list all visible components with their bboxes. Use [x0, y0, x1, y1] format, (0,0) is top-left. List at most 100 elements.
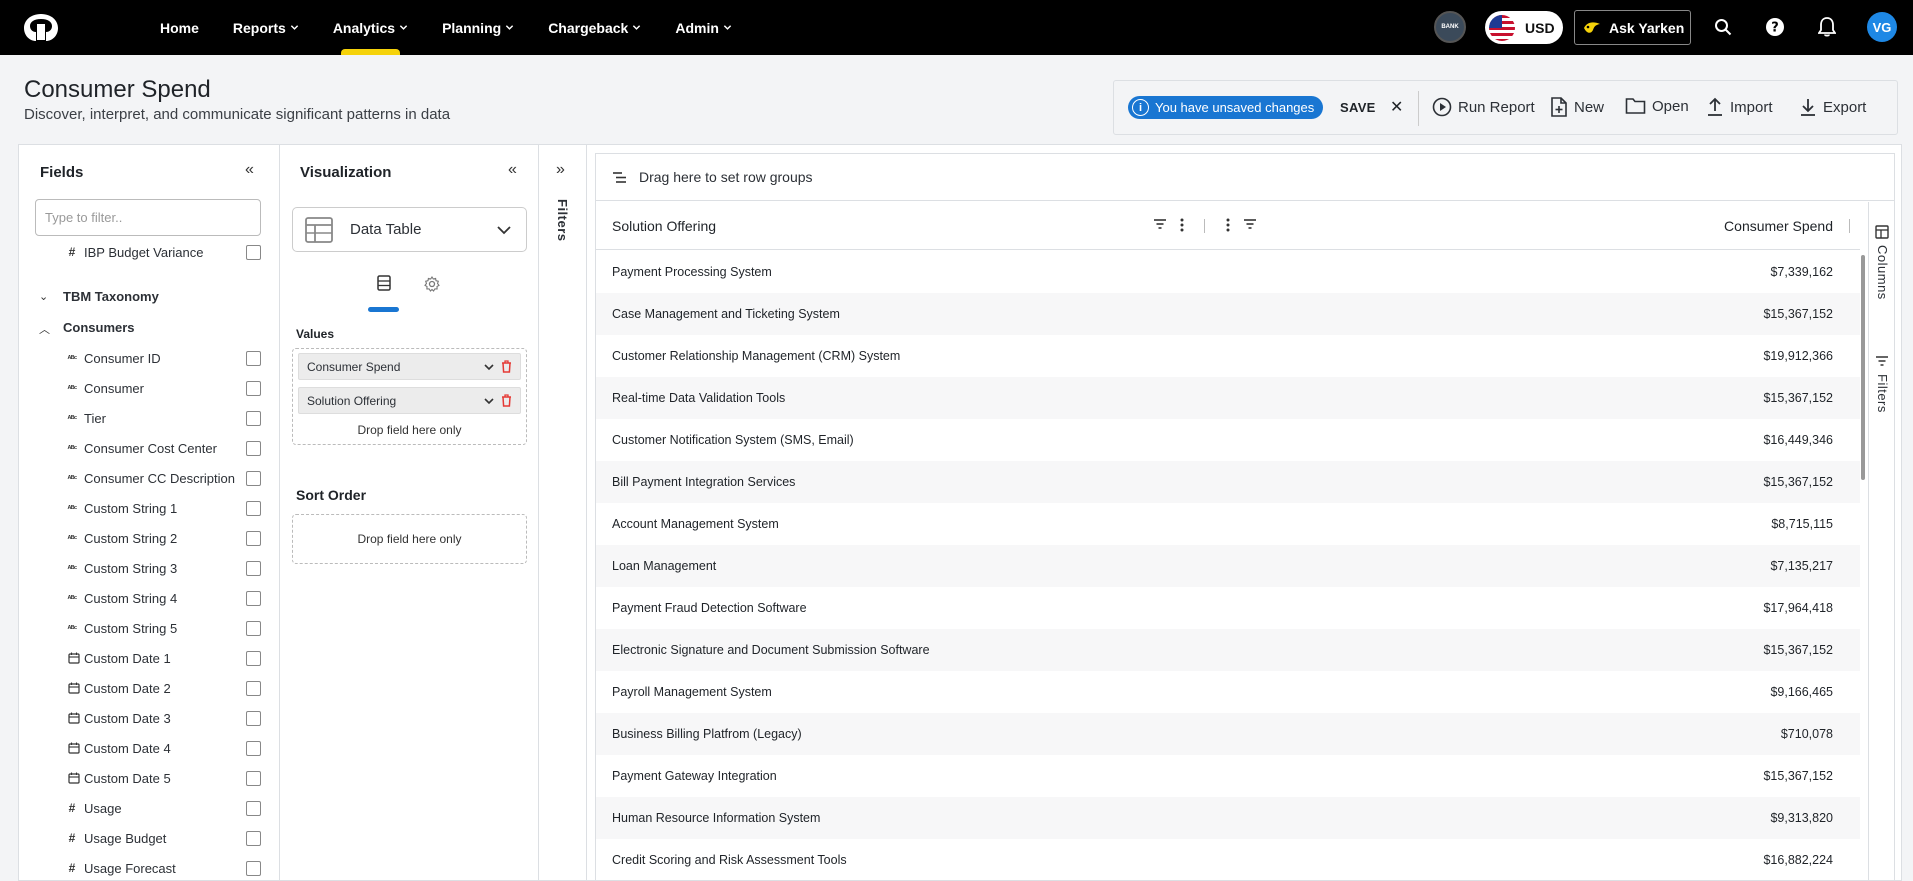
user-avatar[interactable]: VG — [1867, 12, 1897, 42]
field-row-usage-budget[interactable]: # Usage Budget — [19, 823, 279, 853]
field-row-custom-string-4[interactable]: ᴬᴮᶜ Custom String 4 — [19, 583, 279, 613]
field-checkbox[interactable] — [246, 500, 261, 516]
value-chip[interactable]: Solution Offering — [298, 387, 521, 414]
table-row[interactable]: Human Resource Information System $9,313,… — [596, 797, 1860, 839]
ask-yarken-button[interactable]: Ask Yarken — [1574, 10, 1691, 45]
value-chip[interactable]: Consumer Spend — [298, 353, 521, 380]
filter-icon[interactable] — [1243, 218, 1257, 230]
field-checkbox[interactable] — [246, 470, 261, 486]
field-checkbox[interactable] — [246, 740, 261, 756]
field-row-consumer-id[interactable]: ᴬᴮᶜ Consumer ID — [19, 343, 279, 373]
close-icon[interactable]: ✕ — [1390, 97, 1403, 117]
chevron-down-icon[interactable] — [484, 363, 494, 371]
nav-item-reports[interactable]: Reports — [233, 0, 299, 55]
column-resize-handle[interactable] — [1849, 219, 1850, 233]
field-checkbox[interactable] — [246, 860, 261, 876]
bank-switcher-icon[interactable]: BANK — [1434, 11, 1466, 43]
table-row[interactable]: Loan Management $7,135,217 — [596, 545, 1860, 587]
collapse-left-icon[interactable]: « — [508, 161, 517, 179]
vertical-scrollbar[interactable] — [1861, 251, 1865, 881]
table-row[interactable]: Real-time Data Validation Tools $15,367,1… — [596, 377, 1860, 419]
field-row-consumer-cost-center[interactable]: ᴬᴮᶜ Consumer Cost Center — [19, 433, 279, 463]
field-row-custom-string-2[interactable]: ᴬᴮᶜ Custom String 2 — [19, 523, 279, 553]
field-checkbox[interactable] — [246, 770, 261, 786]
field-checkbox[interactable] — [246, 800, 261, 816]
field-checkbox[interactable] — [246, 410, 261, 426]
table-row[interactable]: Payroll Management System $9,166,465 — [596, 671, 1860, 713]
field-checkbox[interactable] — [246, 620, 261, 636]
table-row[interactable]: Credit Scoring and Risk Assessment Tools… — [596, 839, 1860, 881]
scrollbar-thumb[interactable] — [1861, 255, 1865, 480]
field-row-custom-string-5[interactable]: ᴬᴮᶜ Custom String 5 — [19, 613, 279, 643]
group-tbm-taxonomy[interactable]: ⌄ TBM Taxonomy — [19, 281, 279, 311]
values-drop-zone[interactable]: Consumer Spend Solution Offering Drop fi… — [292, 348, 527, 445]
filters-strip-label[interactable]: Filters — [555, 199, 570, 242]
gear-icon[interactable] — [424, 276, 440, 292]
field-row-custom-date-3[interactable]: Custom Date 3 — [19, 703, 279, 733]
field-row-custom-string-3[interactable]: ᴬᴮᶜ Custom String 3 — [19, 553, 279, 583]
field-row-custom-date-2[interactable]: Custom Date 2 — [19, 673, 279, 703]
column-header-consumer-spend[interactable]: Consumer Spend — [1724, 218, 1833, 234]
table-row[interactable]: Payment Gateway Integration $15,367,152 — [596, 755, 1860, 797]
table-row[interactable]: Bill Payment Integration Services $15,367… — [596, 461, 1860, 503]
help-icon[interactable]: ? — [1763, 15, 1787, 39]
nav-item-planning[interactable]: Planning — [442, 0, 514, 55]
field-checkbox[interactable] — [246, 710, 261, 726]
table-row[interactable]: Customer Notification System (SMS, Email… — [596, 419, 1860, 461]
table-row[interactable]: Payment Fraud Detection Software $17,964,… — [596, 587, 1860, 629]
export-button[interactable]: Export — [1799, 97, 1866, 117]
field-row-custom-string-1[interactable]: ᴬᴮᶜ Custom String 1 — [19, 493, 279, 523]
nav-item-chargeback[interactable]: Chargeback — [548, 0, 641, 55]
trash-icon[interactable] — [501, 394, 512, 407]
columns-tab[interactable]: Columns — [1875, 245, 1890, 300]
filters-collapsed-panel[interactable]: » Filters — [538, 144, 587, 881]
table-row[interactable]: Payment Processing System $7,339,162 — [596, 251, 1860, 293]
save-button[interactable]: SAVE — [1340, 100, 1376, 115]
column-resize-handle[interactable] — [1204, 219, 1205, 233]
field-row-usage-forecast[interactable]: # Usage Forecast — [19, 853, 279, 881]
chevron-down-icon[interactable] — [484, 397, 494, 405]
field-checkbox[interactable] — [246, 830, 261, 846]
field-checkbox[interactable] — [246, 590, 261, 606]
field-checkbox[interactable] — [246, 440, 261, 456]
column-menu-icon[interactable] — [1226, 218, 1230, 232]
field-checkbox[interactable] — [246, 680, 261, 696]
field-row-tier[interactable]: ᴬᴮᶜ Tier — [19, 403, 279, 433]
table-row[interactable]: Case Management and Ticketing System $15,… — [596, 293, 1860, 335]
visualization-type-select[interactable]: Data Table — [292, 207, 527, 252]
filters-tab[interactable]: Filters — [1875, 374, 1890, 413]
table-row[interactable]: Customer Relationship Management (CRM) S… — [596, 335, 1860, 377]
field-checkbox[interactable] — [246, 650, 261, 666]
field-row-custom-date-4[interactable]: Custom Date 4 — [19, 733, 279, 763]
app-logo[interactable] — [22, 12, 60, 42]
column-menu-icon[interactable] — [1180, 218, 1184, 232]
collapse-left-icon[interactable]: « — [245, 161, 254, 179]
field-row-consumer[interactable]: ᴬᴮᶜ Consumer — [19, 373, 279, 403]
row-group-drop-zone[interactable]: Drag here to set row groups — [596, 154, 1894, 201]
nav-item-admin[interactable]: Admin — [675, 0, 732, 55]
filter-icon[interactable] — [1875, 355, 1889, 367]
field-row-consumer-cc-description[interactable]: ᴬᴮᶜ Consumer CC Description — [19, 463, 279, 493]
new-button[interactable]: New — [1550, 97, 1604, 117]
field-row-custom-date-1[interactable]: Custom Date 1 — [19, 643, 279, 673]
trash-icon[interactable] — [501, 360, 512, 373]
sort-order-drop-zone[interactable]: Drop field here only — [292, 514, 527, 564]
field-checkbox[interactable] — [246, 380, 261, 396]
nav-item-home[interactable]: Home — [160, 0, 199, 55]
field-checkbox[interactable] — [246, 560, 261, 576]
table-row[interactable]: Electronic Signature and Document Submis… — [596, 629, 1860, 671]
field-row-custom-date-5[interactable]: Custom Date 5 — [19, 763, 279, 793]
run-report-button[interactable]: Run Report — [1432, 97, 1535, 117]
import-button[interactable]: Import — [1706, 97, 1773, 117]
table-row[interactable]: Account Management System $8,715,115 — [596, 503, 1860, 545]
table-row[interactable]: Business Billing Platfrom (Legacy) $710,0… — [596, 713, 1860, 755]
filter-icon[interactable] — [1153, 218, 1167, 230]
field-checkbox[interactable] — [246, 244, 261, 260]
field-row-usage[interactable]: # Usage — [19, 793, 279, 823]
nav-item-analytics[interactable]: Analytics — [333, 0, 408, 55]
expand-right-icon[interactable]: » — [556, 161, 565, 179]
field-row-ibp-budget-variance[interactable]: # IBP Budget Variance — [19, 237, 279, 267]
table-config-tab-icon[interactable] — [377, 275, 391, 291]
open-button[interactable]: Open — [1625, 97, 1689, 115]
field-checkbox[interactable] — [246, 530, 261, 546]
